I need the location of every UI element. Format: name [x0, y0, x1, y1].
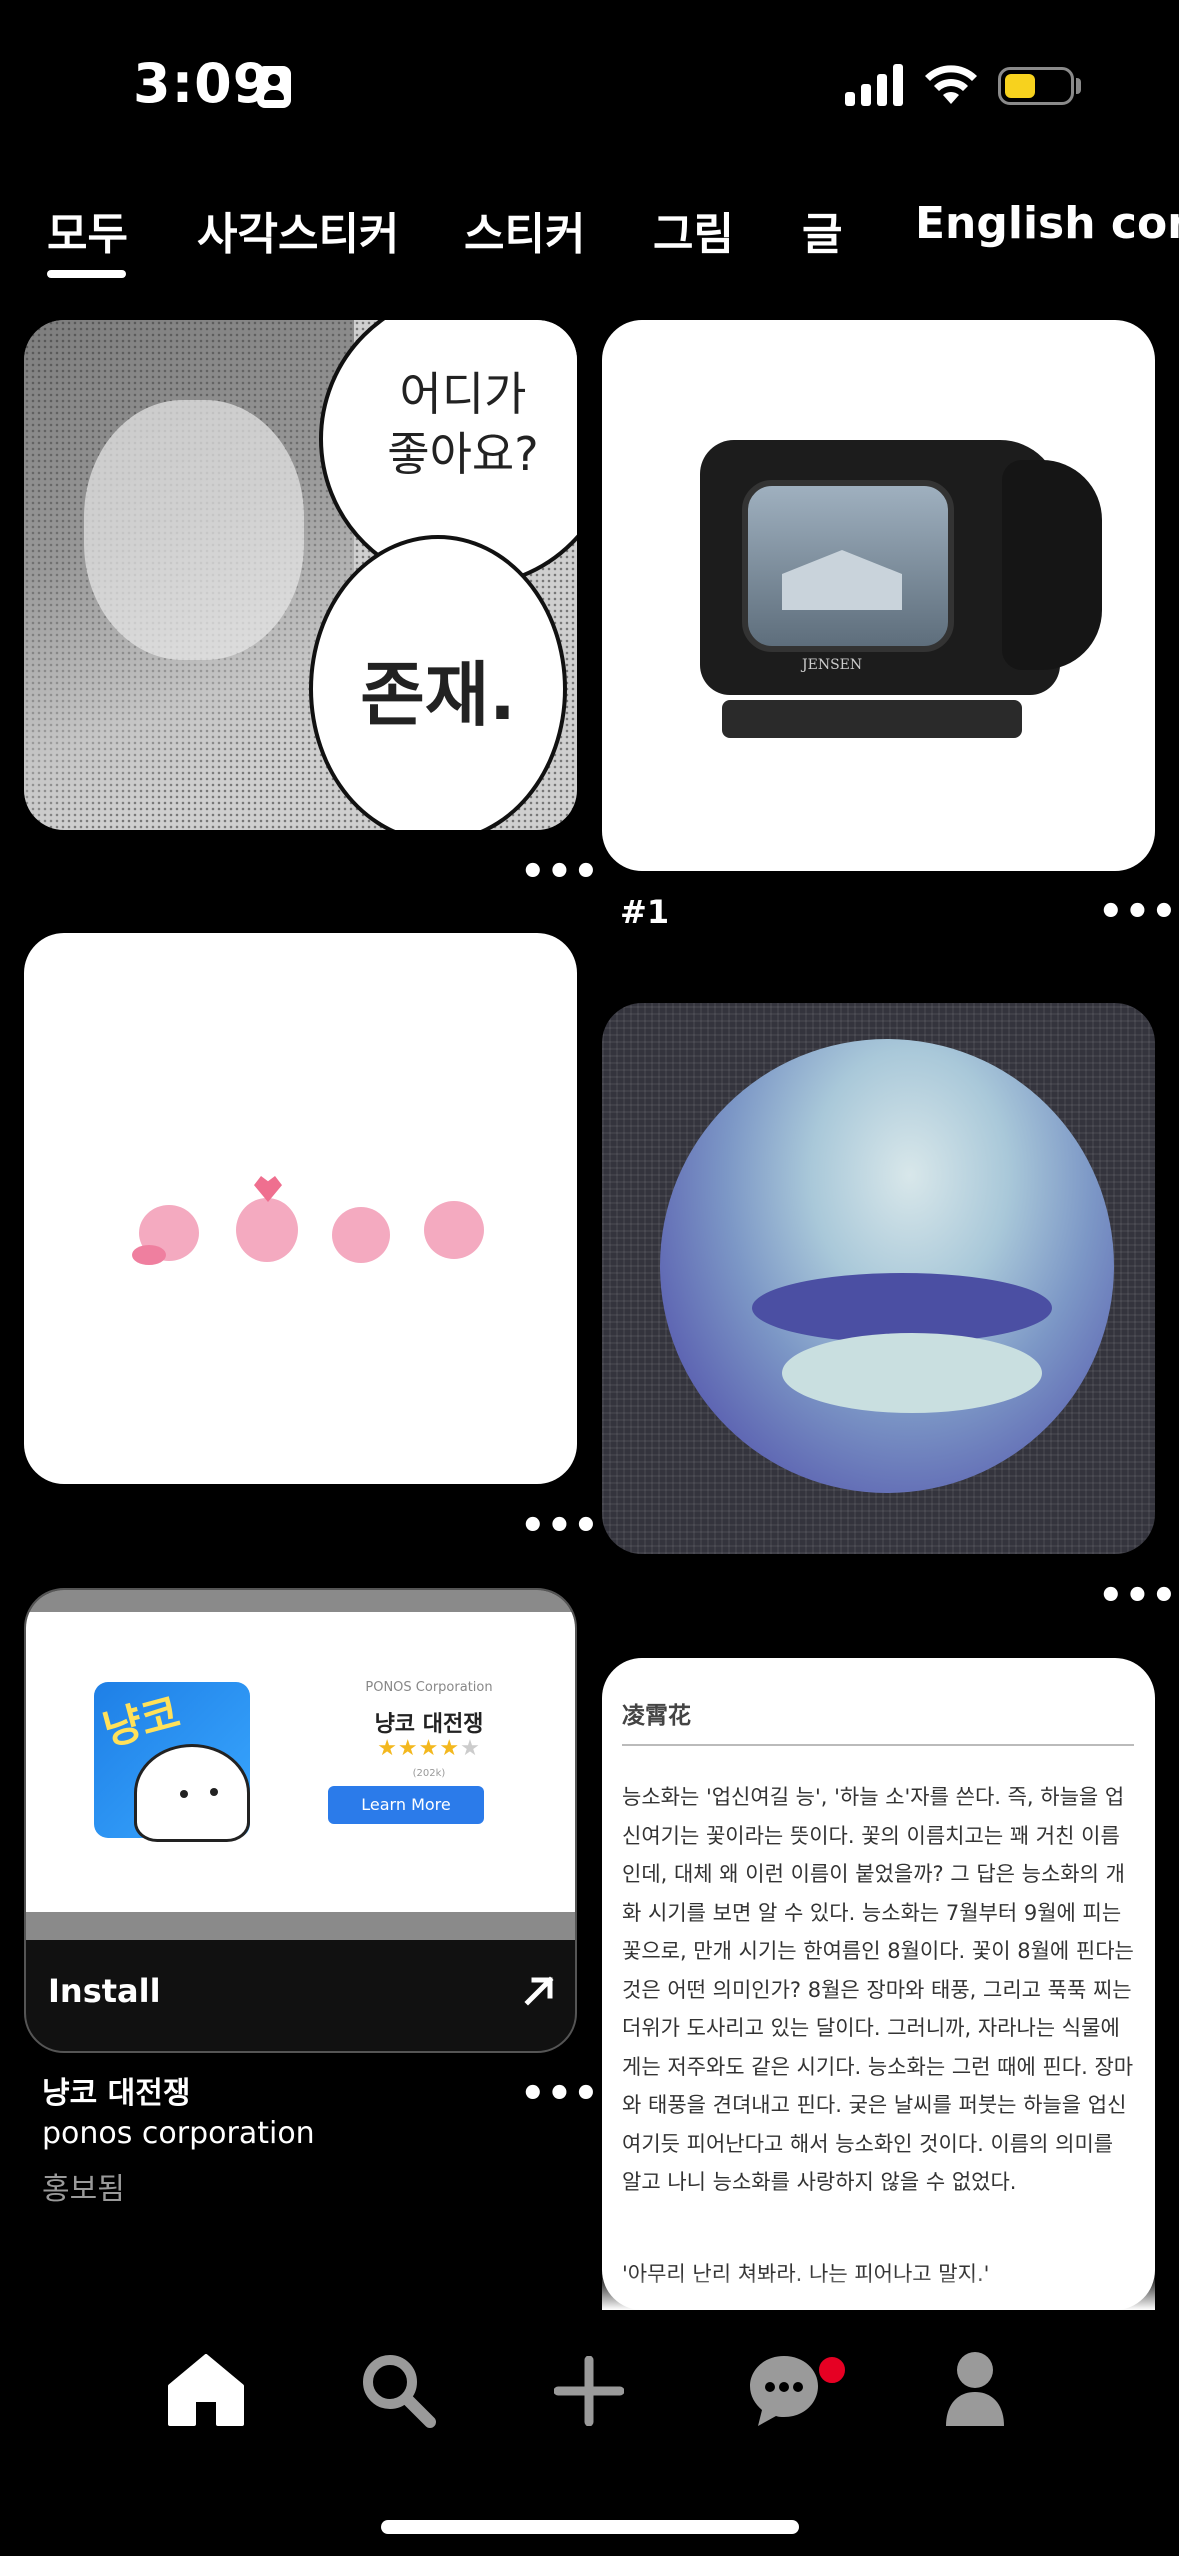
tab-writing[interactable]: 글	[802, 198, 842, 262]
text-post-line: 꽃으로, 만개 시기는 한여름인 8월이다. 꽃이 8월에 핀다는	[622, 1939, 1134, 1963]
text-post-line: 여기듯 피어난다고 해서 능소화인 것이다. 이름의 의미를	[622, 2131, 1114, 2156]
speech-bubble-answer: 존재.	[360, 654, 516, 736]
pin-more-button[interactable]: •••	[520, 852, 600, 892]
pin-tv-image[interactable]: JENSEN	[602, 320, 1155, 871]
promoted-label: 홍보됨	[42, 2172, 125, 2207]
ad-rating-count: (202k)	[412, 1768, 446, 1779]
pin-cross-stitch-image[interactable]	[602, 1003, 1155, 1554]
text-post-line: 알고 나니 능소화를 사랑하지 않을 수 없었다.	[622, 2170, 1017, 2194]
text-post-line: 능소화는 '업신여길 능', '하늘 소'자를 쓴다. 즉, 하늘을 업	[622, 1785, 1125, 1809]
pin-more-button[interactable]: •••	[1098, 892, 1178, 932]
text-post-heading: 凌霄花	[622, 1702, 691, 1729]
learn-more-button[interactable]: Learn More	[328, 1786, 484, 1824]
battery-nub	[1076, 78, 1081, 94]
text-post-line: 더위가 도사리고 있는 달이다. 그러니까, 자라나는 식물에	[622, 2016, 1120, 2040]
tv-brand-label: JENSEN	[802, 657, 863, 673]
profile-icon[interactable]	[944, 2350, 1006, 2428]
home-indicator[interactable]	[381, 2520, 799, 2534]
pin-manga-image[interactable]: 어디가 좋아요? 존재.	[24, 320, 577, 830]
tab-stickers[interactable]: 스티커	[464, 198, 585, 262]
external-arrow-icon	[524, 1976, 554, 2006]
active-tab-indicator	[47, 270, 126, 278]
promoted-pin-card[interactable]: 냥코 PONOS Corporation 냥코 대전쟁 ★★★★★ (202k)…	[24, 1588, 577, 2053]
ad-title[interactable]: 냥코 대전쟁	[42, 2068, 190, 2112]
cellular-signal-icon	[845, 64, 905, 106]
install-label: Install	[48, 1972, 161, 2010]
tab-english-content[interactable]: English cont	[915, 198, 1179, 249]
app-icon: 냥코	[94, 1682, 250, 1842]
pin-more-button[interactable]: •••	[520, 2074, 600, 2114]
battery-icon	[998, 67, 1074, 105]
text-post-line: 신여기는 꽃이라는 뜻이다. 꽃의 이름치고는 꽤 거친 이름	[622, 1823, 1120, 1848]
text-post-divider	[622, 1744, 1134, 1746]
pin-caption: #1	[620, 893, 670, 931]
tab-square-stickers[interactable]: 사각스티커	[197, 198, 399, 262]
plus-icon[interactable]	[554, 2356, 624, 2426]
text-post-line: 게는 저주와도 같은 시기다. 능소화는 그런 때에 핀다. 장마	[622, 2054, 1134, 2079]
tab-all[interactable]: 모두	[47, 198, 128, 262]
pin-text-post[interactable]: 凌霄花 능소화는 '업신여길 능', '하늘 소'자를 쓴다. 즉, 하늘을 업…	[602, 1658, 1155, 2310]
text-post-line: 와 태풍을 견뎌내고 핀다. 궂은 날씨를 퍼붓는 하늘을 업신	[622, 2093, 1127, 2117]
status-time: 3:09	[133, 52, 272, 115]
ad-creative[interactable]: 냥코 PONOS Corporation 냥코 대전쟁 ★★★★★ (202k)…	[26, 1612, 575, 1912]
home-icon[interactable]	[168, 2354, 244, 2426]
ad-star-rating: ★★★★★	[377, 1736, 481, 1761]
focus-person-icon	[257, 66, 291, 108]
speech-bubble-question: 어디가 좋아요?	[387, 367, 539, 481]
ad-app-name: 냥코 대전쟁	[374, 1712, 484, 1737]
messages-icon[interactable]	[746, 2352, 826, 2430]
text-post-line: 인데, 대체 왜 이런 이름이 붙었을까? 그 답은 능소화의 개	[622, 1862, 1125, 1886]
text-post-line: 것은 어떤 의미인가? 8월은 장마와 태풍, 그리고 푹푹 찌는	[622, 1977, 1132, 2002]
ad-company-label: PONOS Corporation	[365, 1680, 493, 1695]
pin-more-button[interactable]: •••	[1098, 1576, 1178, 1616]
pin-kirby-image[interactable]	[24, 933, 577, 1484]
wifi-icon	[925, 65, 977, 104]
tab-drawings[interactable]: 그림	[653, 198, 734, 262]
ad-advertiser[interactable]: ponos corporation	[42, 2116, 315, 2151]
search-icon[interactable]	[360, 2352, 436, 2428]
pin-more-button[interactable]: •••	[520, 1506, 600, 1546]
text-post-body: 능소화는 '업신여길 능', '하늘 소'자를 쓴다. 즉, 하늘을 업신여기는…	[622, 1778, 1147, 2202]
text-post-line: 화 시기를 보면 알 수 있다. 능소화는 7월부터 9월에 피는	[622, 1900, 1122, 1925]
install-button[interactable]: Install	[26, 1940, 575, 2051]
notification-dot	[816, 2354, 848, 2386]
